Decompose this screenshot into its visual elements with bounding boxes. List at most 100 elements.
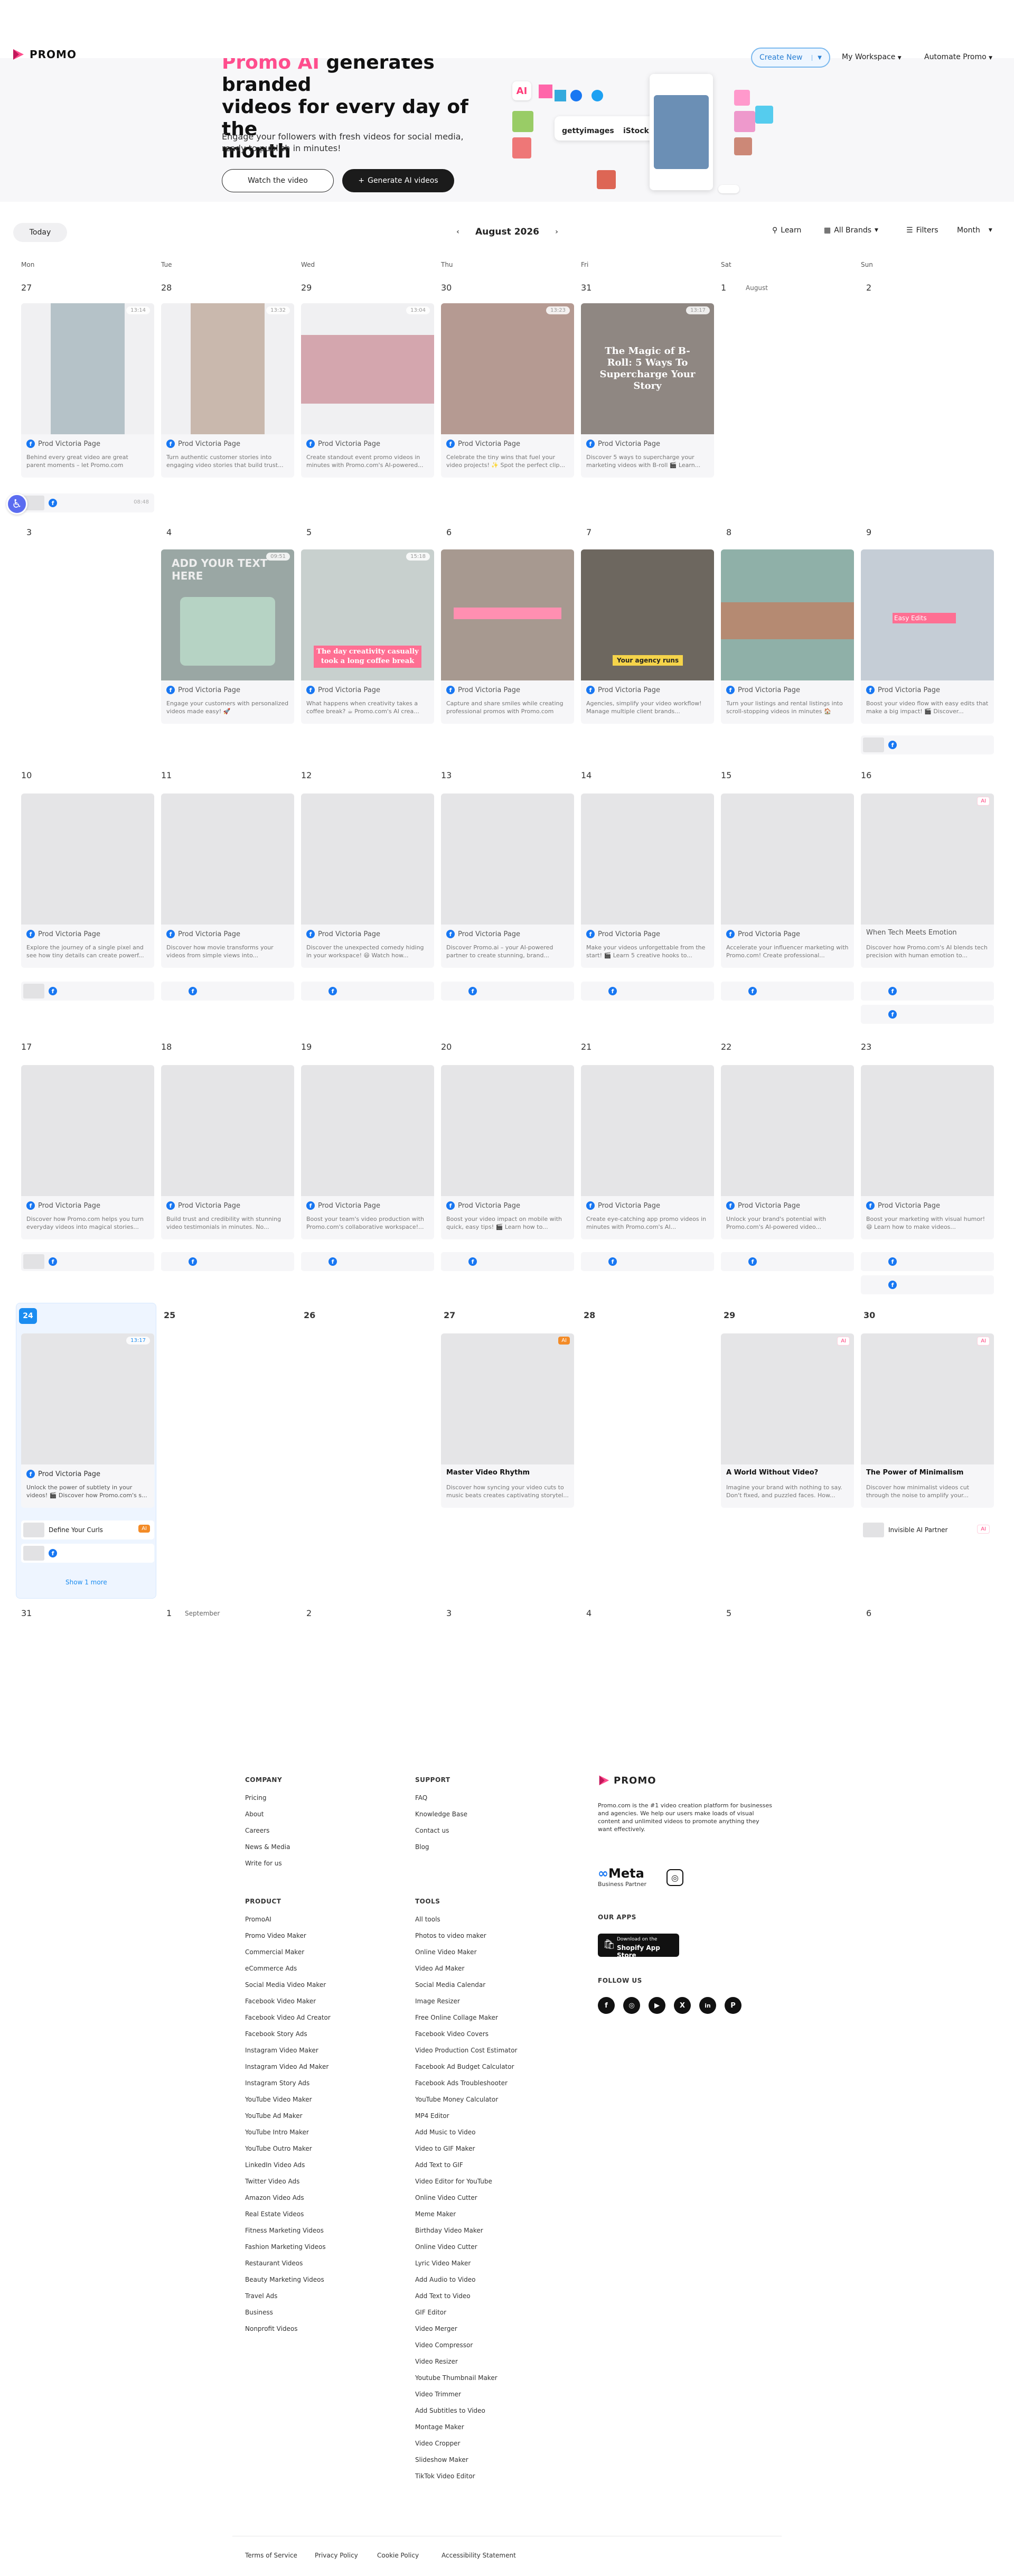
- footer-link[interactable]: Add Text to GIF: [415, 2161, 463, 2169]
- footer-link[interactable]: Montage Maker: [415, 2423, 464, 2431]
- footer-link[interactable]: Video Trimmer: [415, 2391, 461, 2398]
- footer-link[interactable]: Video Merger: [415, 2325, 457, 2332]
- footer-link[interactable]: Twitter Video Ads: [245, 2178, 299, 2185]
- footer-link[interactable]: YouTube Money Calculator: [415, 2096, 498, 2103]
- footer-link[interactable]: About: [245, 1810, 264, 1818]
- footer-link[interactable]: Video Production Cost Estimator: [415, 2047, 517, 2054]
- footer-link[interactable]: Amazon Video Ads: [245, 2194, 304, 2201]
- post-card[interactable]: f Prod Victoria Page Boost your marketing …: [861, 1065, 994, 1239]
- footer-link[interactable]: Instagram Video Ad Maker: [245, 2063, 328, 2070]
- mini-post[interactable]: f: [721, 982, 854, 1001]
- post-card[interactable]: The Magic of B-Roll: 5 Ways To Superchar…: [581, 303, 714, 478]
- footer-link[interactable]: Social Media Video Maker: [245, 1981, 326, 1989]
- mini-post[interactable]: f: [721, 1252, 854, 1271]
- footer-link[interactable]: Add Text to Video: [415, 2292, 471, 2300]
- footer-link[interactable]: Add Music to Video: [415, 2129, 476, 2136]
- post-card[interactable]: f Prod Victoria Page Capture and share sm…: [441, 549, 574, 724]
- footer-link[interactable]: Knowledge Base: [415, 1810, 467, 1818]
- mini-post[interactable]: f: [301, 1252, 434, 1271]
- post-card[interactable]: f Prod Victoria Page Discover how Promo.co…: [21, 1065, 154, 1239]
- post-card[interactable]: f Prod Victoria Page Turn your listings a…: [721, 549, 854, 724]
- footer-link[interactable]: Youtube Thumbnail Maker: [415, 2374, 497, 2382]
- footer-link[interactable]: Video to GIF Maker: [415, 2145, 475, 2152]
- post-card[interactable]: f Prod Victoria Page Boost your video impa…: [441, 1065, 574, 1239]
- footer-link[interactable]: Restaurant Videos: [245, 2260, 303, 2267]
- footer-link[interactable]: Instagram Story Ads: [245, 2079, 309, 2087]
- mini-post[interactable]: f: [441, 1252, 574, 1271]
- mini-post[interactable]: f: [861, 1005, 994, 1024]
- mini-post[interactable]: f: [441, 982, 574, 1001]
- post-card[interactable]: f Prod Victoria Page Build trust and credi…: [161, 1065, 294, 1239]
- terms-link[interactable]: Terms of Service: [245, 2552, 297, 2559]
- footer-link[interactable]: Online Video Cutter: [415, 2243, 477, 2251]
- footer-link[interactable]: Facebook Ads Troubleshooter: [415, 2079, 508, 2087]
- footer-link[interactable]: PromoAI: [245, 1916, 271, 1923]
- logo[interactable]: PROMO: [12, 48, 77, 61]
- post-card[interactable]: f Prod Victoria Page Discover the unexpect…: [301, 794, 434, 968]
- filters-button[interactable]: ☰ Filters: [906, 226, 938, 235]
- mini-post[interactable]: f 08:48: [21, 493, 154, 512]
- linkedin-icon[interactable]: in: [699, 1997, 716, 2014]
- generate-ai-videos-button[interactable]: + Generate AI videos: [342, 169, 454, 192]
- footer-link[interactable]: Pricing: [245, 1794, 266, 1802]
- mini-post[interactable]: f: [21, 1252, 154, 1271]
- footer-link[interactable]: YouTube Video Maker: [245, 2096, 312, 2103]
- post-card[interactable]: 13:32 f Prod Victoria Page Turn authentic…: [161, 303, 294, 478]
- automate-promo-menu[interactable]: Automate Promo ▼: [924, 53, 992, 61]
- footer-link[interactable]: Video Ad Maker: [415, 1965, 464, 1972]
- footer-link[interactable]: Birthday Video Maker: [415, 2227, 483, 2234]
- show-more-link[interactable]: Show 1 more: [65, 1579, 107, 1586]
- footer-link[interactable]: eCommerce Ads: [245, 1965, 297, 1972]
- post-card[interactable]: AI A World Without Video? Imagine your bra…: [721, 1333, 854, 1508]
- learn-button[interactable]: ⚲ Learn: [772, 226, 801, 235]
- mini-post[interactable]: f: [861, 982, 994, 1001]
- footer-link[interactable]: Video Resizer: [415, 2358, 458, 2365]
- my-workspace-menu[interactable]: My Workspace ▼: [842, 53, 902, 61]
- footer-link[interactable]: Social Media Calendar: [415, 1981, 485, 1989]
- footer-link[interactable]: Blog: [415, 1843, 429, 1851]
- footer-link[interactable]: Fashion Marketing Videos: [245, 2243, 326, 2251]
- footer-link[interactable]: Instagram Video Maker: [245, 2047, 318, 2054]
- post-card[interactable]: The day creativity casually took a long …: [301, 549, 434, 724]
- post-card[interactable]: f Prod Victoria Page Explore the journey o…: [21, 794, 154, 968]
- footer-link[interactable]: Video Editor for YouTube: [415, 2178, 492, 2185]
- footer-link[interactable]: Careers: [245, 1827, 269, 1834]
- accessibility-icon[interactable]: ♿: [6, 493, 27, 515]
- post-card[interactable]: f Prod Victoria Page Create eye-catching a…: [581, 1065, 714, 1239]
- mini-post[interactable]: f: [21, 982, 154, 1001]
- shopify-app-store-button[interactable]: Download on the Shopify App Store 🛍: [598, 1934, 679, 1959]
- post-card[interactable]: f Prod Victoria Page Make your videos unfo…: [581, 794, 714, 968]
- mini-post[interactable]: f: [21, 1544, 154, 1563]
- youtube-icon[interactable]: ▶: [649, 1997, 665, 2014]
- post-card[interactable]: f Prod Victoria Page Discover how movie tr…: [161, 794, 294, 968]
- footer-link[interactable]: Contact us: [415, 1827, 449, 1834]
- post-card[interactable]: 13:04 f Prod Victoria Page Create standou…: [301, 303, 434, 478]
- footer-link[interactable]: Promo Video Maker: [245, 1932, 306, 1939]
- footer-link[interactable]: Image Resizer: [415, 1998, 460, 2005]
- post-card[interactable]: AI When Tech Meets Emotion Discover how Pr…: [861, 794, 994, 968]
- footer-link[interactable]: News & Media: [245, 1843, 290, 1851]
- footer-link[interactable]: All tools: [415, 1916, 440, 1923]
- next-month-arrow-icon[interactable]: ›: [551, 226, 562, 238]
- x-twitter-icon[interactable]: X: [674, 1997, 691, 2014]
- footer-link[interactable]: Online Video Maker: [415, 1948, 477, 1956]
- mini-post[interactable]: f: [581, 1252, 714, 1271]
- post-card[interactable]: ADD YOUR TEXT HERE 09:51 f Prod Victoria …: [161, 549, 294, 724]
- instagram-icon[interactable]: ◎: [623, 1997, 640, 2014]
- post-card[interactable]: AI The Power of Minimalism Discover how mi…: [861, 1333, 994, 1508]
- footer-link[interactable]: Beauty Marketing Videos: [245, 2276, 324, 2283]
- footer-link[interactable]: Add Subtitles to Video: [415, 2407, 485, 2414]
- mini-post[interactable]: f: [581, 982, 714, 1001]
- footer-link[interactable]: Video Compressor: [415, 2341, 473, 2349]
- pinterest-icon[interactable]: P: [725, 1997, 741, 2014]
- footer-link[interactable]: Video Cropper: [415, 2440, 460, 2447]
- footer-link[interactable]: YouTube Ad Maker: [245, 2112, 303, 2120]
- mini-post[interactable]: f: [161, 982, 294, 1001]
- today-button[interactable]: Today: [13, 223, 67, 242]
- footer-link[interactable]: Online Video Cutter: [415, 2194, 477, 2201]
- mini-post[interactable]: f: [301, 982, 434, 1001]
- mini-post[interactable]: f: [861, 1252, 994, 1271]
- mini-post[interactable]: f: [161, 1252, 294, 1271]
- prev-month-arrow-icon[interactable]: ‹: [452, 226, 464, 238]
- post-card[interactable]: f Prod Victoria Page Unlock your brand's p…: [721, 1065, 854, 1239]
